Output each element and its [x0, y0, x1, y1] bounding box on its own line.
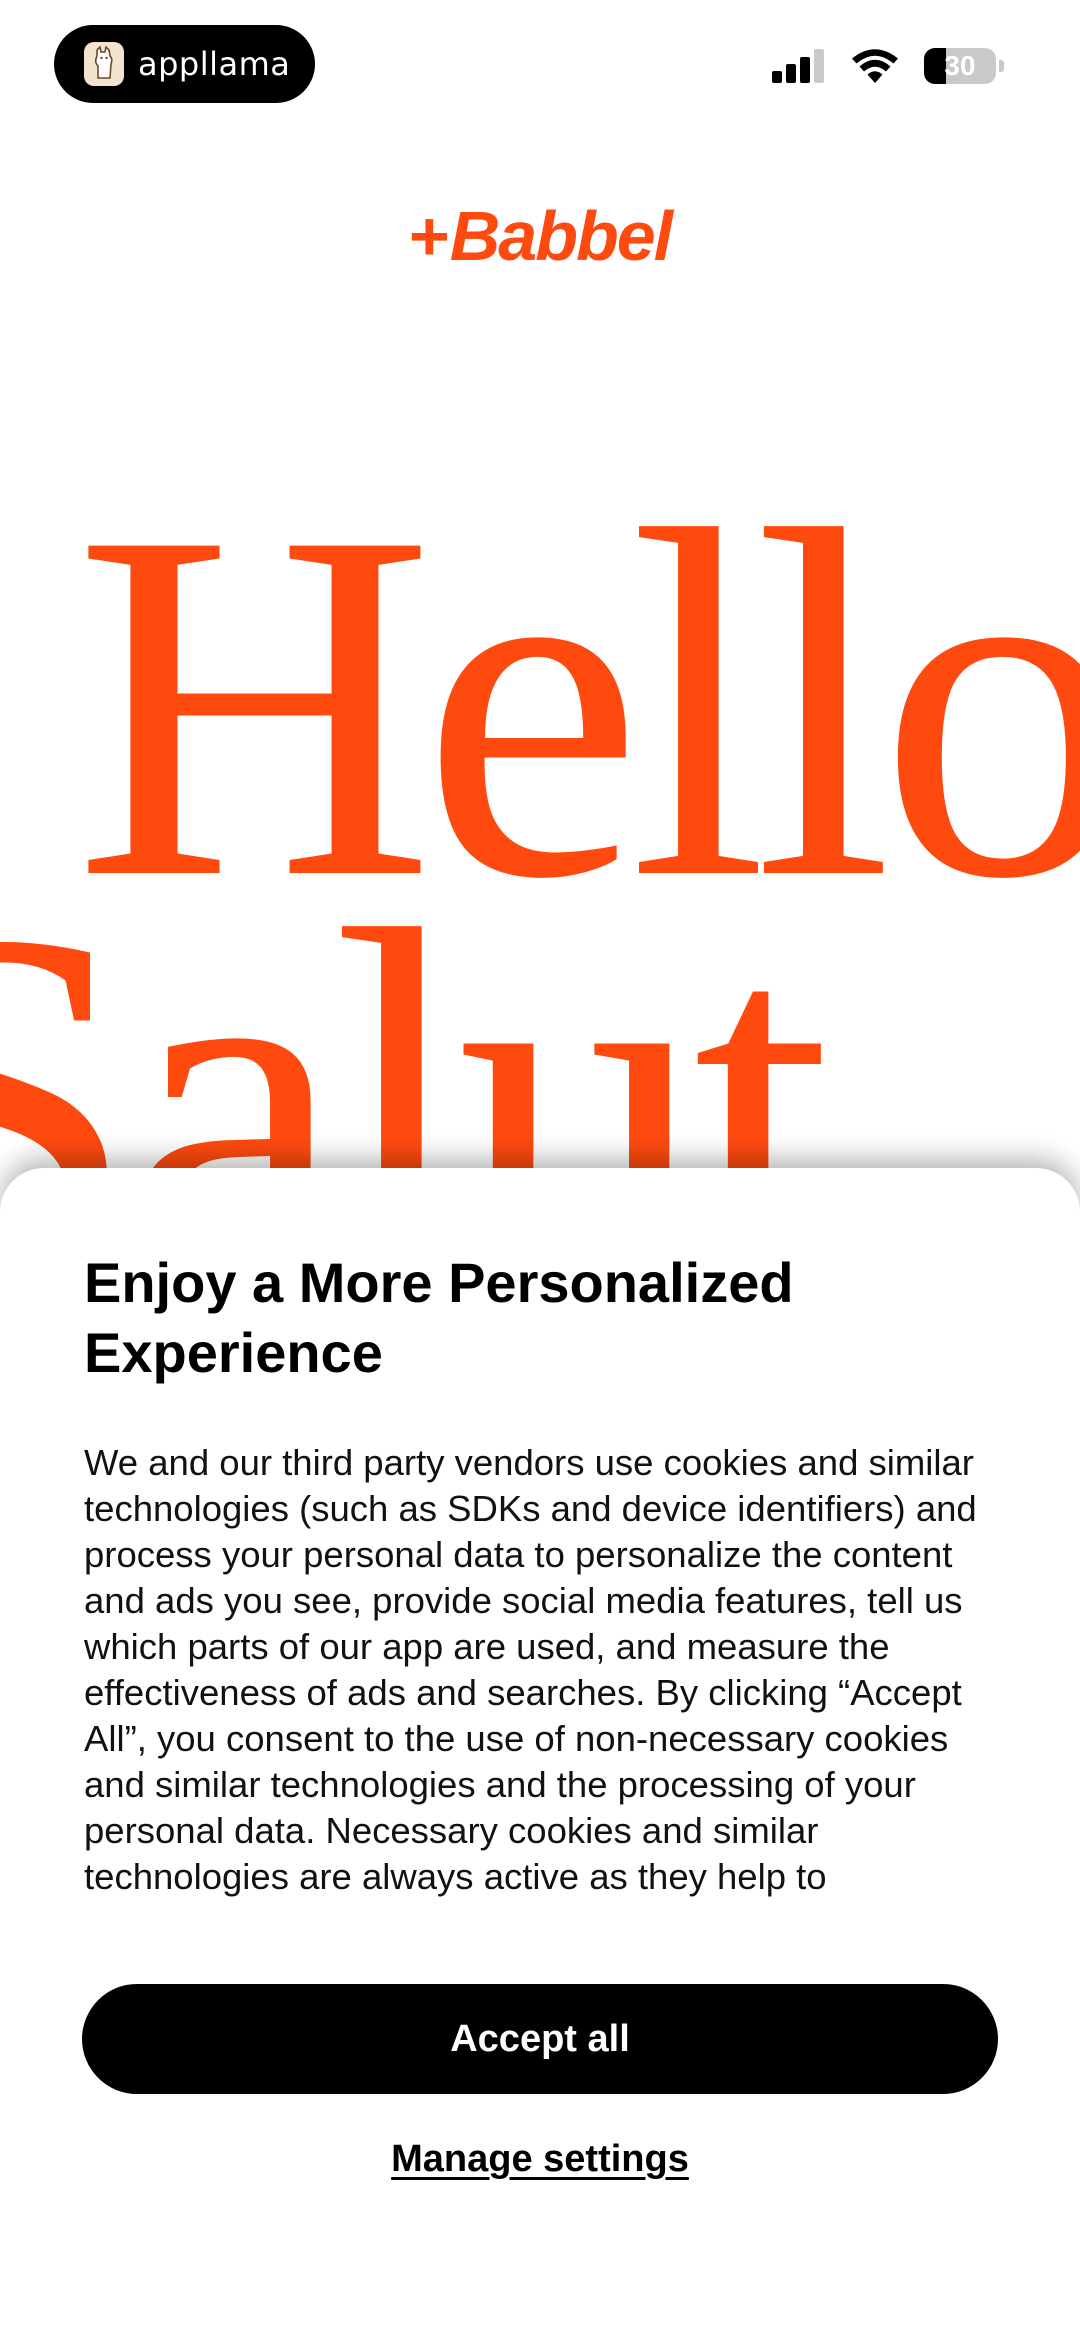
babbel-plus-icon: + — [408, 197, 450, 275]
consent-sheet: Enjoy a More Personalized Experience We … — [0, 1168, 1080, 2337]
battery-cap — [999, 60, 1004, 72]
consent-title: Enjoy a More Personalized Experience — [84, 1251, 794, 1384]
llama-icon — [84, 42, 124, 86]
battery-icon: 30 — [924, 48, 996, 84]
cellular-signal-icon — [772, 49, 824, 83]
manage-settings-link[interactable]: Manage settings — [0, 2138, 1080, 2181]
brand-name: Babbel — [449, 197, 673, 275]
appllama-label: appllama — [138, 45, 291, 83]
babbel-logo: +Babbel — [0, 196, 1080, 276]
status-icons: 30 — [772, 48, 1004, 84]
appllama-badge: appllama — [54, 25, 315, 103]
accept-all-button[interactable]: Accept all — [82, 1984, 998, 2094]
consent-body[interactable]: We and our third party vendors use cooki… — [84, 1440, 1004, 1928]
wifi-icon — [852, 49, 898, 83]
battery-level: 30 — [944, 50, 976, 81]
screen: appllama 30 +Babbel Hello Salut Enjoy a … — [0, 0, 1080, 2337]
